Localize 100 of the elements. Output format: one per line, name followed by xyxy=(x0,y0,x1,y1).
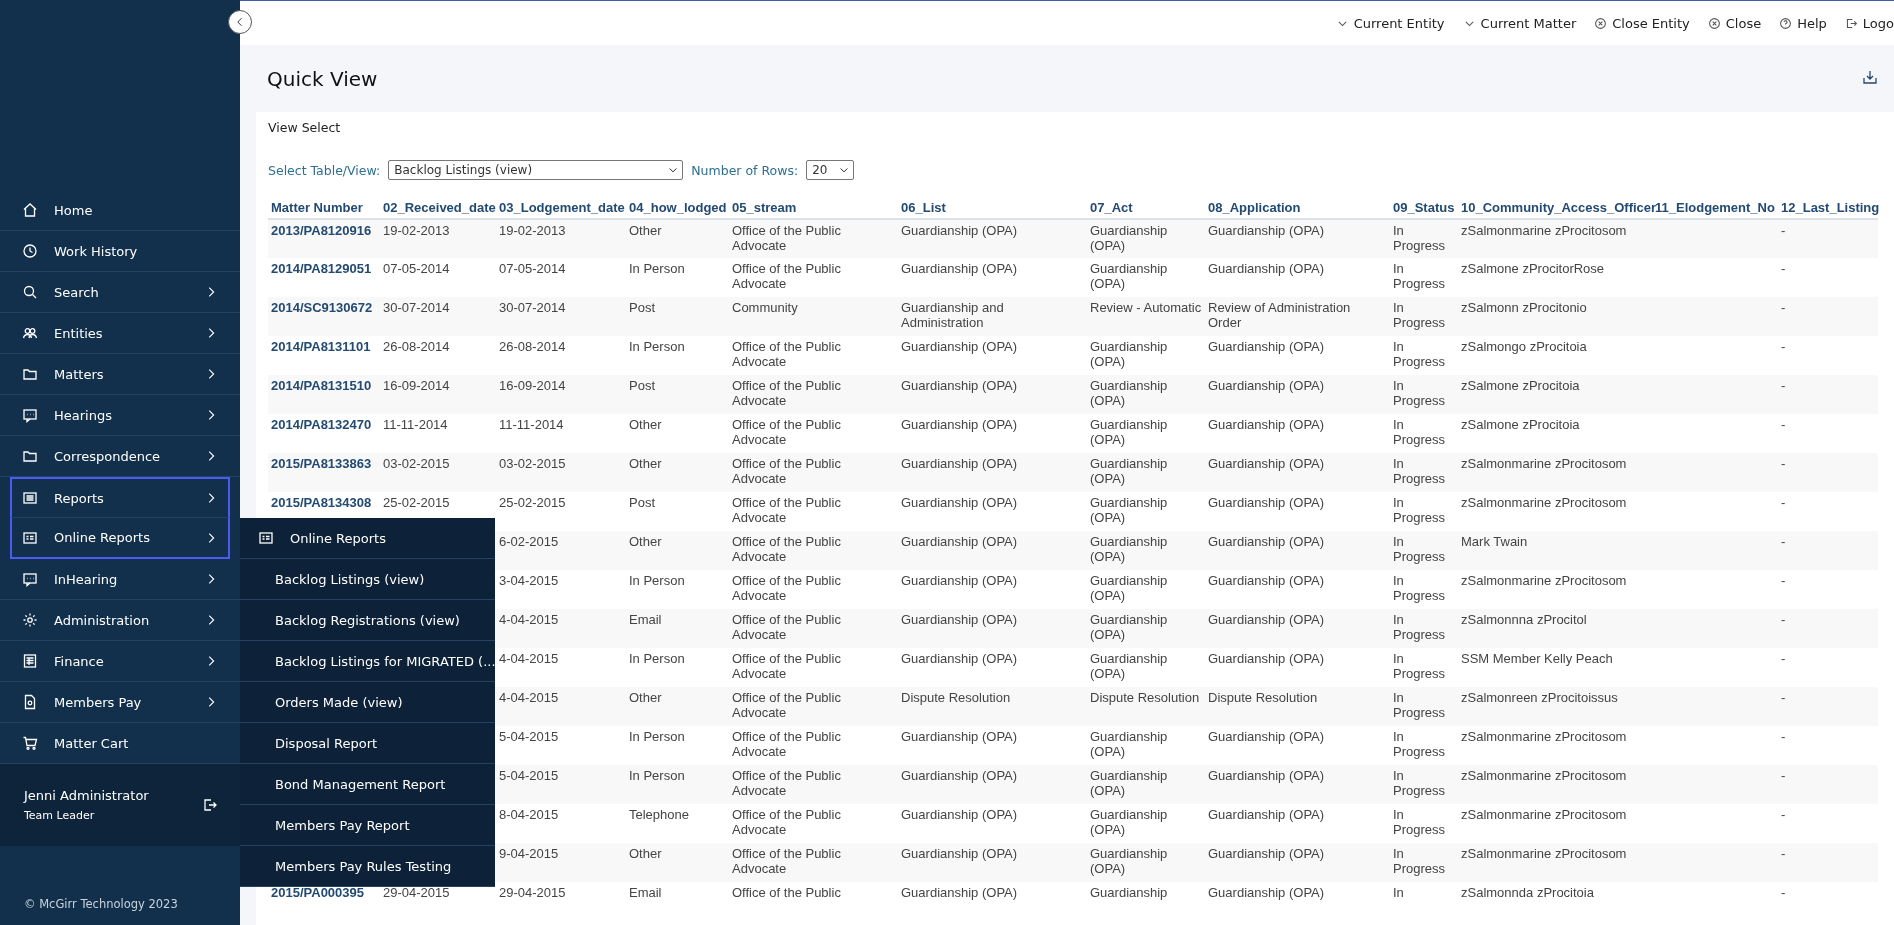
table-cell: Telephone xyxy=(629,807,689,822)
table-select[interactable]: Backlog Listings (view) xyxy=(388,160,684,180)
table-cell: 25-02-2015 xyxy=(499,495,566,510)
table-cell: Office of the Public Advocate xyxy=(732,223,841,253)
table-cell: Guardianship (OPA) xyxy=(1208,729,1325,744)
table-cell: Other xyxy=(629,846,662,861)
submenu-item[interactable]: Backlog Registrations (view) xyxy=(240,600,495,641)
sidebar-item[interactable]: Finance xyxy=(0,641,240,682)
table-cell: Guardianship (OPA) xyxy=(901,729,1018,744)
table-cell: Office of the Public Advocate xyxy=(732,651,841,681)
table-cell: 03-02-2015 xyxy=(499,456,566,471)
toolbar-link[interactable]: Close xyxy=(1707,15,1762,31)
submenu-item[interactable]: Members Pay Rules Testing xyxy=(240,846,495,887)
sidebar-item[interactable]: Work History xyxy=(0,231,240,272)
table-cell: In Progress xyxy=(1393,378,1446,408)
table-cell: Guardianship (OPA) xyxy=(1090,339,1168,369)
submenu-item[interactable]: Disposal Report xyxy=(240,723,495,764)
table-cell: 26-08-2014 xyxy=(383,339,450,354)
logout-icon xyxy=(202,797,218,813)
matter-link[interactable]: 2014/SC9130672 xyxy=(271,300,373,315)
sidebar-item[interactable]: Reports xyxy=(10,477,230,518)
table-cell: Office of the Public Advocate xyxy=(732,378,841,408)
matter-link[interactable]: 2014/PA8129051 xyxy=(271,261,372,276)
table-cell: Review - Automatic xyxy=(1090,300,1202,315)
table-cell: zSalmone zProcitoia xyxy=(1461,417,1580,432)
table-cell: Guardianship (OPA) xyxy=(1090,612,1168,642)
submenu-item[interactable]: Bond Management Report xyxy=(240,764,495,805)
table-cell: zSalmone zProcitorRose xyxy=(1461,261,1605,276)
table-cell: Guardianship (OPA) xyxy=(901,573,1018,588)
table-cell: Guardianship and Administration xyxy=(901,300,1004,330)
table-cell: zSalmonnda zProcitoia xyxy=(1461,885,1594,900)
table-cell: Guardianship (OPA) xyxy=(1208,768,1325,783)
table-cell: In Progress xyxy=(1393,534,1446,564)
sidebar-item[interactable]: Home xyxy=(0,190,240,231)
toolbar-link[interactable]: Close Entity xyxy=(1594,15,1690,31)
sidebar-item[interactable]: Hearings xyxy=(0,395,240,436)
table-cell: 29-04-2015 xyxy=(383,885,450,900)
table-cell: - xyxy=(1781,768,1786,783)
table-cell: Office of the Public Advocate xyxy=(732,573,841,603)
submenu-item[interactable]: Backlog Listings for MIGRATED (... xyxy=(240,641,495,682)
ledger-icon xyxy=(22,653,38,669)
table-cell: zSalmonn zProcitonio xyxy=(1461,300,1587,315)
table-cell: Dispute Resolution xyxy=(1090,690,1200,705)
toolbar-link[interactable]: Help xyxy=(1779,15,1827,31)
table-cell: Email xyxy=(629,885,662,900)
table-cell: Guardianship (OPA) xyxy=(1208,378,1325,393)
matter-link[interactable]: 2014/PA8132470 xyxy=(271,417,372,432)
page-title: Quick View xyxy=(267,66,378,91)
sidebar-item[interactable]: Online Reports xyxy=(10,518,230,559)
table-cell: Guardianship (OPA) xyxy=(901,456,1018,471)
table-cell: Office of the Public Advocate xyxy=(732,417,841,447)
table-cell: Office of the Public Advocate xyxy=(732,495,841,525)
table-cell: Guardianship (OPA) xyxy=(1208,223,1325,238)
matter-link[interactable]: 2015/PA000395 xyxy=(271,885,364,900)
table-cell: In Progress xyxy=(1393,690,1446,720)
table-cell: Post xyxy=(629,300,655,315)
table-cell: Guardianship (OPA) xyxy=(1090,456,1168,486)
table-cell: Guardianship (OPA) xyxy=(1090,729,1168,759)
table-cell: 9-04-2015 xyxy=(499,846,559,861)
sidebar-item[interactable]: Entities xyxy=(0,313,240,354)
table-cell: Guardianship (OPA) xyxy=(1090,417,1168,447)
rows-select[interactable]: 20 xyxy=(806,160,855,180)
table-cell: - xyxy=(1781,573,1786,588)
table-cell: Guardianship (OPA) xyxy=(1208,495,1325,510)
matter-link[interactable]: 2014/PA8131101 xyxy=(271,339,371,354)
table-cell: In Progress xyxy=(1393,223,1446,253)
sidebar-item[interactable]: Correspondence xyxy=(0,436,240,477)
sidebar-item[interactable]: Search xyxy=(0,272,240,313)
table-cell: Guardianship (OPA) xyxy=(901,495,1018,510)
sidebar-item[interactable]: Matters xyxy=(0,354,240,395)
sidebar-item[interactable]: InHearing xyxy=(0,559,240,600)
table-cell: Guardianship (OPA) xyxy=(1090,261,1168,291)
home-icon xyxy=(22,202,38,218)
table-cell: - xyxy=(1781,378,1786,393)
submenu-item[interactable]: Members Pay Report xyxy=(240,805,495,846)
table-cell: Email xyxy=(629,612,662,627)
table-cell: 4-04-2015 xyxy=(499,612,559,627)
toolbar-link[interactable]: Current Entity xyxy=(1335,15,1445,31)
table-cell: 11-11-2014 xyxy=(383,417,448,432)
table-cell: In xyxy=(1393,885,1404,900)
submenu-item[interactable]: Orders Made (view) xyxy=(240,682,495,723)
table-cell: Office of the Public Advocate xyxy=(732,768,841,798)
table-cell: Guardianship (OPA) xyxy=(901,768,1018,783)
matter-link[interactable]: 2015/PA8134308 xyxy=(271,495,372,510)
submenu-header[interactable]: Online Reports xyxy=(240,518,495,559)
matter-link[interactable]: 2013/PA8120916 xyxy=(271,223,372,238)
table-cell: 4-04-2015 xyxy=(499,651,559,666)
table-cell: - xyxy=(1781,807,1786,822)
table-cell: Guardianship (OPA) xyxy=(1090,534,1168,564)
submenu-item[interactable]: Backlog Listings (view) xyxy=(240,559,495,600)
table-cell: SSM Member Kelly Peach xyxy=(1461,651,1613,666)
matter-link[interactable]: 2015/PA8133863 xyxy=(271,456,372,471)
toolbar-link[interactable]: Logo xyxy=(1844,15,1894,31)
table-cell: zSalmongo zProcitoia xyxy=(1461,339,1587,354)
toolbar-link[interactable]: Current Matter xyxy=(1462,15,1577,31)
table-cell: 07-05-2014 xyxy=(499,261,566,276)
table-cell: - xyxy=(1781,223,1786,238)
matter-link[interactable]: 2014/PA8131510 xyxy=(271,378,372,393)
table-cell: - xyxy=(1781,261,1786,276)
table-cell: Guardianship (OPA) xyxy=(901,378,1018,393)
